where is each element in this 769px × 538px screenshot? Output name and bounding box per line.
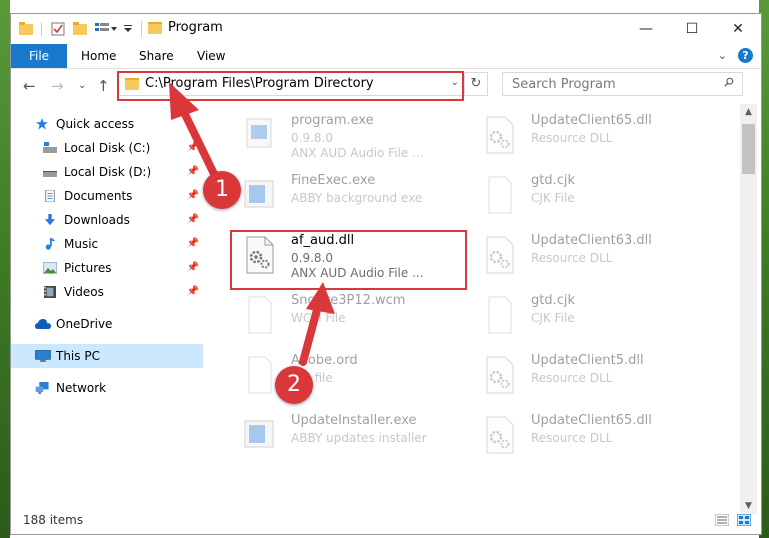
annotation-arrows (169, 82, 335, 366)
step-2-badge: 2 (275, 366, 313, 404)
arrow-to-file (299, 282, 335, 366)
explorer-window: Program — ☐ ✕ File Home Share View ⌄ ? ←… (10, 13, 762, 535)
step-1-badge: 1 (203, 171, 241, 209)
arrow-to-address-bar (169, 82, 220, 182)
desktop-background-left (0, 0, 10, 538)
